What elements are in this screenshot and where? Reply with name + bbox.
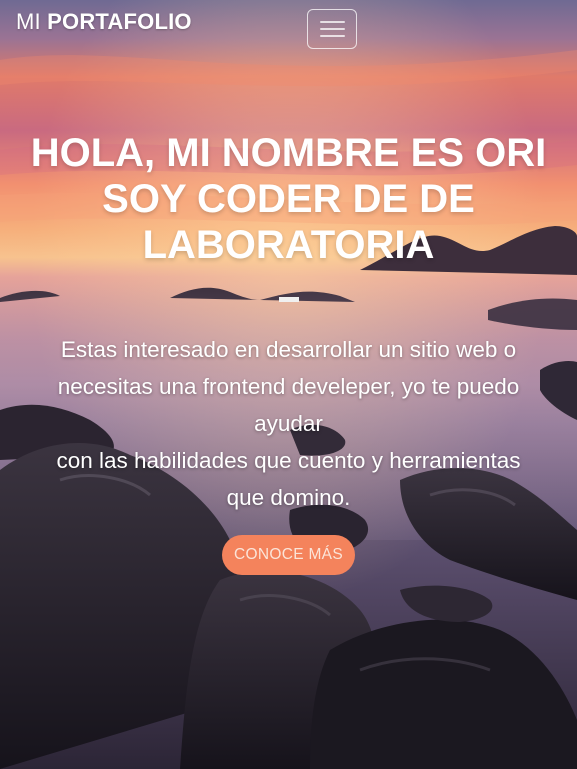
lead-line: necesitas una frontend develeper, yo te …	[57, 374, 520, 399]
hamburger-bar	[320, 21, 345, 23]
hero-lead-text: Estas interesado en desarrollar un sitio…	[20, 331, 557, 516]
lead-line: ayudar	[254, 411, 323, 436]
navbar: MI PORTAFOLIO	[0, 0, 577, 54]
headline-divider	[279, 297, 299, 302]
hero-headline: HOLA, MI NOMBRE ES ORI SOY CODER DE DE L…	[0, 130, 577, 268]
lead-line: que domino.	[226, 485, 351, 510]
brand-logo-link[interactable]: MI PORTAFOLIO	[16, 9, 192, 35]
conoce-mas-button[interactable]: CONOCE MÁS	[222, 535, 355, 575]
menu-toggle-button[interactable]	[307, 9, 357, 49]
headline-line: LABORATORIA	[142, 223, 435, 267]
brand-first-word: MI	[16, 9, 41, 34]
lead-line: con las habilidades que cuento y herrami…	[56, 448, 521, 473]
headline-line: SOY CODER DE DE	[102, 177, 475, 221]
headline-line: HOLA, MI NOMBRE ES ORI	[30, 131, 547, 175]
hamburger-bar	[320, 35, 345, 37]
hamburger-bar	[320, 28, 345, 30]
lead-line: Estas interesado en desarrollar un sitio…	[60, 337, 517, 362]
brand-second-word: PORTAFOLIO	[47, 9, 192, 34]
hero-section: MI PORTAFOLIO HOLA, MI NOMBRE ES ORI SOY…	[0, 0, 577, 769]
